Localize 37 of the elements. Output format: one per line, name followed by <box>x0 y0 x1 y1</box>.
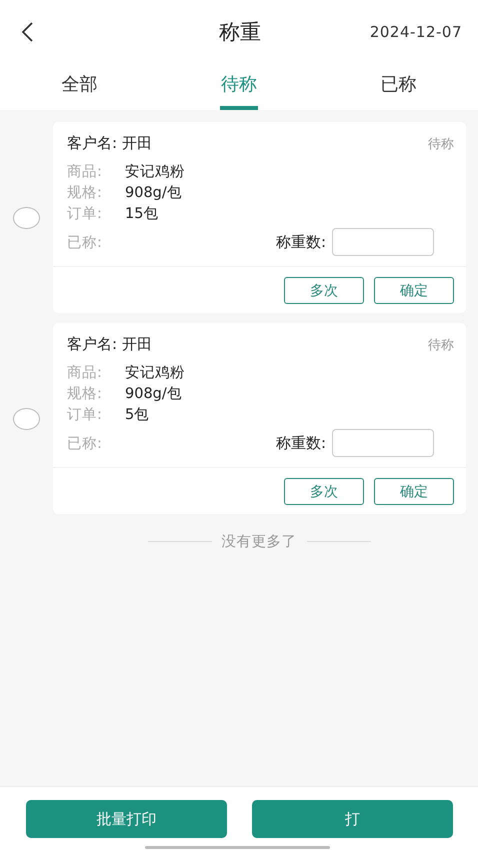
radio-button[interactable] <box>13 408 40 430</box>
footer-button[interactable]: 打 <box>252 800 453 838</box>
weight-input[interactable] <box>332 429 434 457</box>
field-label: 规格: <box>67 184 103 202</box>
field-label: 商品: <box>67 162 103 181</box>
card-button[interactable]: 确定 <box>374 478 454 505</box>
weight-label: 称重数: <box>276 434 326 452</box>
page-title: 称重 <box>219 19 261 46</box>
footer-button[interactable]: 批量打印 <box>26 800 227 838</box>
weight-input[interactable] <box>332 228 434 256</box>
field-value: 908g/包 <box>125 184 182 202</box>
field-value: 安记鸡粉 <box>125 162 185 181</box>
field-label: 商品: <box>67 364 103 382</box>
tab[interactable]: 已称 <box>318 64 478 110</box>
back-icon <box>20 21 34 43</box>
status-text: 待称 <box>428 136 454 152</box>
field-value: 5包 <box>125 406 150 424</box>
radio-button[interactable] <box>13 206 40 228</box>
tab[interactable]: 全部 <box>0 64 160 110</box>
field-value: 908g/包 <box>125 385 182 403</box>
tab[interactable]: 待称 <box>159 64 319 110</box>
card-button[interactable]: 多次 <box>284 277 364 304</box>
card-button[interactable]: 多次 <box>284 478 364 505</box>
field-value: 安记鸡粉 <box>125 364 185 382</box>
weight-label: 称重数: <box>276 232 326 252</box>
field-label: 已称: <box>67 234 103 252</box>
customer-name: 客户名: 开田 <box>67 134 152 153</box>
status-text: 待称 <box>428 336 454 354</box>
card-button[interactable]: 确定 <box>374 277 454 304</box>
field-label: 规格: <box>67 385 103 403</box>
end-note: 没有更多了 <box>222 533 296 551</box>
field-label: 订单: <box>67 205 103 223</box>
field-label: 订单: <box>67 406 103 424</box>
field-label: 已称: <box>67 434 103 452</box>
field-value: 15包 <box>125 205 158 223</box>
customer-name: 客户名: 开田 <box>67 335 152 354</box>
date-text: 2024-12-07 <box>370 23 462 41</box>
